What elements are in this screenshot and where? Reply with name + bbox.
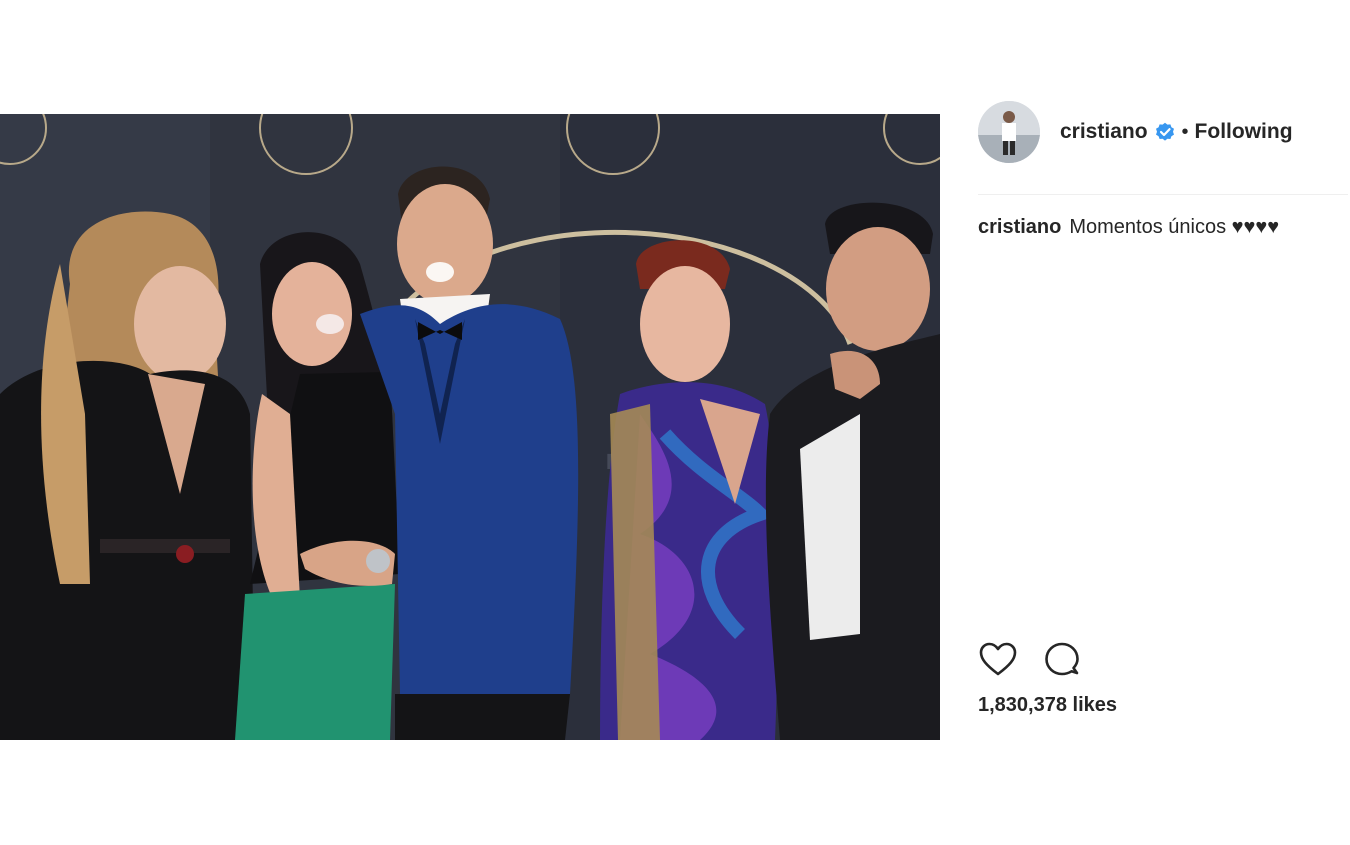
header-divider — [978, 194, 1348, 195]
likes-count[interactable]: 1,830,378 likes — [978, 694, 1117, 717]
caption-text: Momentos únicos ♥♥♥♥ — [1069, 216, 1280, 238]
post-caption: cristiano Momentos únicos ♥♥♥♥ — [978, 216, 1279, 239]
avatar[interactable] — [978, 101, 1040, 163]
separator-dot: • — [1181, 120, 1189, 143]
post-photo[interactable]: 7 — [0, 114, 940, 740]
comment-icon[interactable] — [1042, 640, 1082, 680]
post-actions — [978, 640, 1106, 680]
caption-username[interactable]: cristiano — [978, 216, 1061, 238]
post-header: cristiano • Following — [978, 100, 1348, 164]
post-photo-illustration: 7 — [0, 114, 940, 740]
verified-badge-icon — [1155, 122, 1174, 141]
instagram-post: 7 — [0, 0, 1350, 845]
heart-icon[interactable] — [978, 640, 1018, 680]
avatar-image — [978, 101, 1040, 163]
following-button[interactable]: Following — [1195, 120, 1293, 144]
post-sidebar: cristiano • Following cristiano Momentos … — [978, 100, 1348, 740]
username[interactable]: cristiano — [1060, 120, 1148, 144]
